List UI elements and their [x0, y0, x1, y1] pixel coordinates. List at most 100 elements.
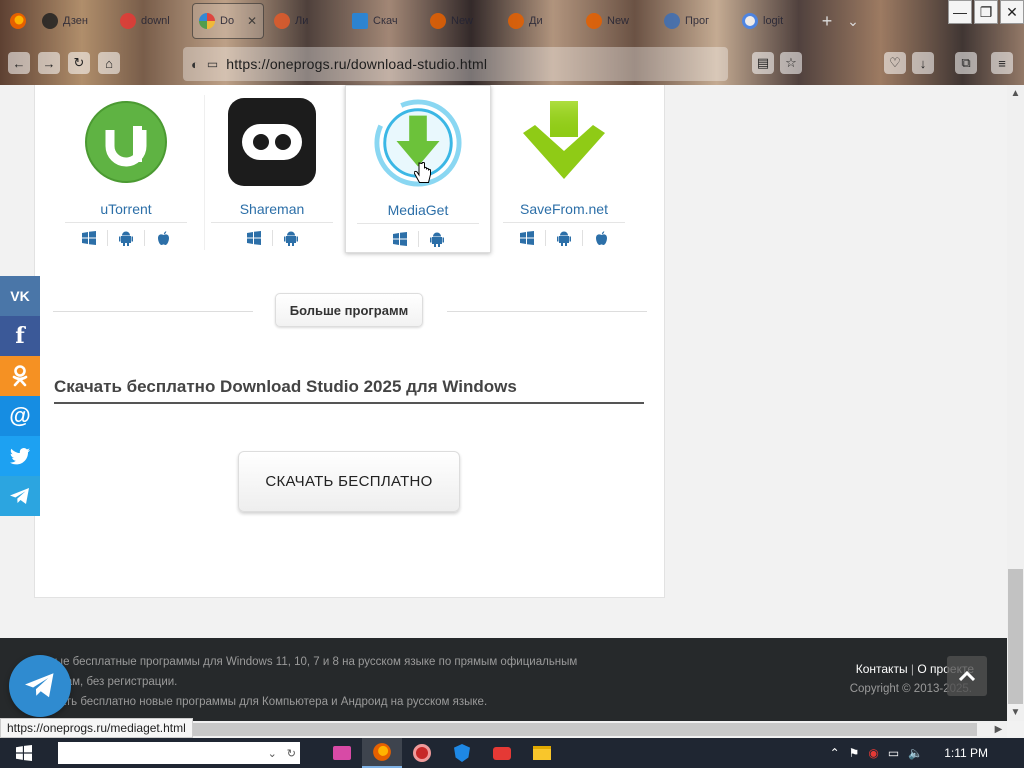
- app-card-mediaget[interactable]: MediaGet: [345, 85, 491, 253]
- pocket-icon[interactable]: ♡: [884, 52, 906, 74]
- mail-at-icon[interactable]: @: [0, 396, 40, 436]
- back-icon[interactable]: ←: [8, 52, 30, 74]
- windows-icon: [246, 230, 262, 246]
- reader-view-icon[interactable]: ▤: [752, 52, 774, 74]
- tab-6[interactable]: Ди: [502, 3, 576, 39]
- facebook-icon[interactable]: f: [0, 316, 40, 356]
- tab-2-active[interactable]: Do ✕: [192, 3, 264, 39]
- volume-muted-icon[interactable]: 🔈: [908, 746, 923, 760]
- minimize-button[interactable]: —: [948, 0, 972, 24]
- tracking-protection-icon[interactable]: ◐: [191, 57, 199, 72]
- odnoklassniki-icon[interactable]: [0, 356, 40, 396]
- url-text[interactable]: https://oneprogs.ru/download-studio.html: [226, 56, 487, 72]
- reload-icon[interactable]: ↻: [68, 52, 90, 74]
- twitter-icon[interactable]: [0, 436, 40, 476]
- tab-label: logit: [763, 15, 784, 27]
- tab-favicon-icon: [120, 13, 136, 29]
- scroll-up-arrow-icon[interactable]: ▲: [1007, 85, 1024, 102]
- tab-5[interactable]: New: [424, 3, 498, 39]
- folder-icon: [533, 746, 551, 760]
- taskbar-app-explorer[interactable]: [522, 738, 562, 768]
- android-icon: [417, 231, 445, 247]
- address-bar[interactable]: ◐ ▭ https://oneprogs.ru/download-studio.…: [183, 47, 728, 81]
- scroll-to-top-button[interactable]: [947, 656, 987, 696]
- scroll-down-arrow-icon[interactable]: ▼: [1007, 704, 1024, 721]
- tab-favicon-icon: [352, 13, 368, 29]
- tab-0[interactable]: Дзен: [36, 3, 110, 39]
- tab-label: Do: [220, 15, 235, 27]
- tab-favicon-icon: [274, 13, 290, 29]
- windows-icon: [519, 230, 535, 246]
- taskbar-app-firefox[interactable]: [362, 738, 402, 768]
- app-card-savefrom[interactable]: SaveFrom.net: [491, 85, 637, 253]
- platform-list: [81, 230, 171, 246]
- network-icon[interactable]: ▭: [888, 746, 899, 760]
- taskbar-app-mail[interactable]: [322, 738, 362, 768]
- bookmark-star-icon[interactable]: ☆: [780, 52, 802, 74]
- downloads-icon[interactable]: ↓: [912, 52, 934, 74]
- divider-line: [447, 311, 647, 312]
- contacts-link[interactable]: Контакты: [856, 662, 908, 676]
- page-viewport: uTorrent Shareman MediaGet SaveFrom.net …: [0, 85, 1007, 721]
- divider: [211, 222, 333, 223]
- app-name[interactable]: MediaGet: [388, 202, 449, 218]
- refresh-icon[interactable]: ↻: [287, 747, 296, 760]
- app-card-utorrent[interactable]: uTorrent: [53, 85, 199, 253]
- windows-icon: [392, 231, 408, 247]
- android-icon: [107, 230, 134, 246]
- tab-8[interactable]: Прог: [658, 3, 732, 39]
- tab-7[interactable]: New: [580, 3, 654, 39]
- tab-3[interactable]: Ли: [268, 3, 342, 39]
- new-tab-button[interactable]: +: [814, 11, 840, 32]
- taskbar-app-camera[interactable]: [482, 738, 522, 768]
- app-name[interactable]: SaveFrom.net: [520, 201, 608, 217]
- telegram-float-button[interactable]: [9, 655, 71, 717]
- app-card-shareman[interactable]: Shareman: [199, 85, 345, 253]
- taskbar-app-shield[interactable]: [442, 738, 482, 768]
- taskbar-app-record[interactable]: [402, 738, 442, 768]
- clock[interactable]: 1:11 PM: [944, 746, 988, 760]
- record-tray-icon[interactable]: ◉: [868, 746, 878, 760]
- tab-4[interactable]: Скач: [346, 3, 420, 39]
- app-name[interactable]: Shareman: [240, 201, 305, 217]
- tab-9[interactable]: logit: [736, 3, 810, 39]
- tab-1[interactable]: downl: [114, 3, 188, 39]
- maximize-button[interactable]: ❐: [974, 0, 998, 24]
- footer-line: Скачать бесплатно новые программы для Ко…: [34, 696, 488, 708]
- download-free-button[interactable]: СКАЧАТЬ БЕСПЛАТНО: [238, 451, 460, 512]
- apple-icon: [144, 230, 171, 246]
- scroll-right-arrow-icon[interactable]: ▶: [990, 721, 1007, 738]
- tab-favicon-icon: [42, 13, 58, 29]
- taskbar-search-box[interactable]: ⌄ ↻: [58, 742, 300, 764]
- hand-cursor-icon: [414, 162, 431, 183]
- scrollbar-thumb[interactable]: [1008, 569, 1023, 704]
- vk-icon[interactable]: VK: [0, 276, 40, 316]
- start-button[interactable]: [0, 738, 48, 768]
- flag-icon[interactable]: ⚑: [849, 746, 860, 760]
- chevron-up-icon[interactable]: ⌃: [830, 746, 840, 760]
- home-icon[interactable]: ⌂: [98, 52, 120, 74]
- tab-close-icon[interactable]: ✕: [247, 14, 257, 28]
- tab-label: downl: [141, 15, 170, 27]
- more-programs-button[interactable]: Больше программ: [275, 293, 423, 327]
- vertical-scrollbar[interactable]: ▲ ▼: [1007, 85, 1024, 721]
- extensions-icon[interactable]: ⧉: [955, 52, 977, 74]
- menu-icon[interactable]: ≡: [991, 52, 1013, 74]
- app-name[interactable]: uTorrent: [100, 201, 151, 217]
- telegram-icon[interactable]: [0, 476, 40, 516]
- divider-line: [53, 311, 253, 312]
- status-link-preview: https://oneprogs.ru/mediaget.html: [0, 718, 193, 738]
- windows-icon: [81, 230, 97, 246]
- firefox-icon: [373, 743, 391, 761]
- forward-icon[interactable]: →: [38, 52, 60, 74]
- shareman-logo-icon: [227, 97, 317, 187]
- tab-list-button[interactable]: ⌄: [840, 13, 866, 30]
- platform-list: [519, 230, 609, 246]
- tab-favicon-icon: [430, 13, 446, 29]
- tab-favicon-icon: [508, 13, 524, 29]
- chevron-down-icon[interactable]: ⌄: [268, 747, 277, 760]
- page-info-icon[interactable]: ▭: [207, 57, 218, 71]
- firefox-icon[interactable]: [0, 12, 36, 30]
- close-window-button[interactable]: ✕: [1000, 0, 1024, 24]
- social-share-bar: VK f @: [0, 276, 40, 516]
